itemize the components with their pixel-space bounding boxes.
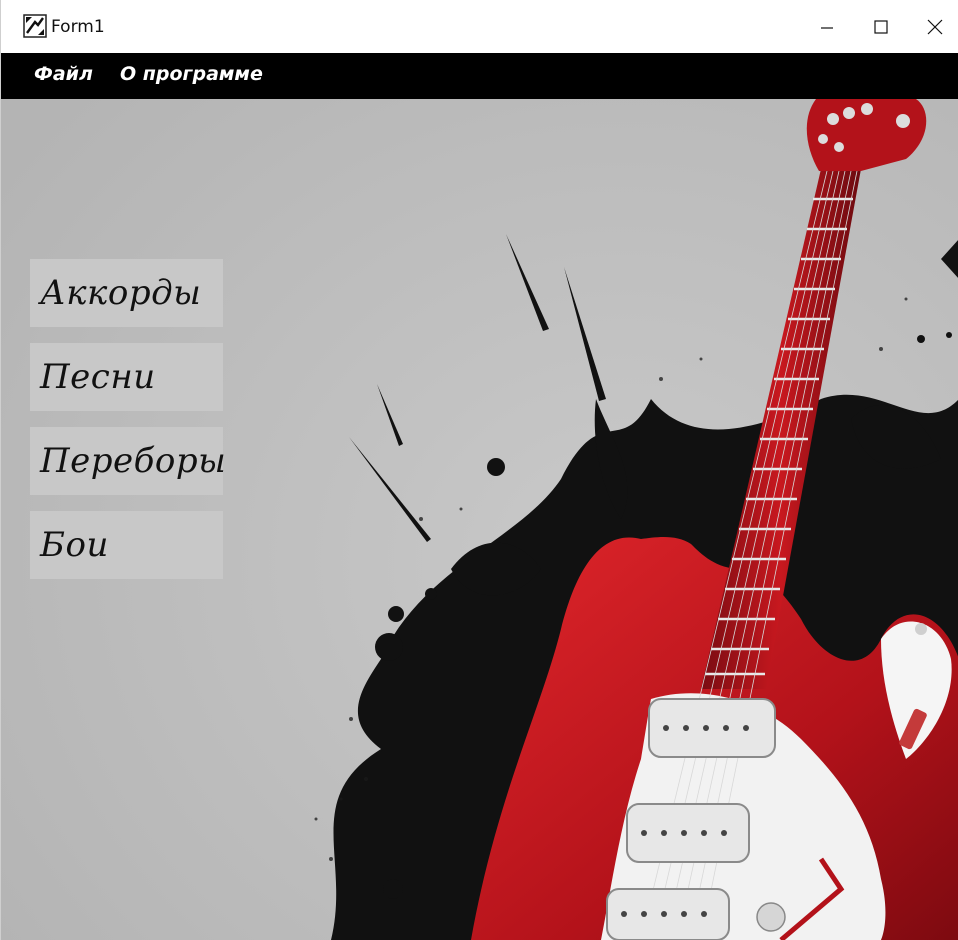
songs-button-label: Песни (40, 357, 156, 397)
menu-about[interactable]: О программе (120, 63, 263, 85)
menu-file[interactable]: Файл (34, 63, 93, 85)
maximize-button[interactable] (851, 0, 911, 53)
app-icon (23, 14, 47, 38)
chords-button-label: Аккорды (40, 273, 202, 313)
main-content: Аккорды Песни Переборы Бои (1, 99, 958, 940)
strumming-button[interactable]: Бои (30, 511, 223, 579)
fingerpicking-button[interactable]: Переборы (30, 427, 227, 495)
strumming-button-label: Бои (40, 525, 109, 565)
close-icon (927, 19, 943, 34)
minimize-button[interactable] (797, 0, 857, 53)
songs-button[interactable]: Песни (30, 343, 223, 411)
minimize-icon (821, 26, 833, 29)
maximize-icon (874, 19, 888, 34)
close-button[interactable] (905, 0, 958, 53)
fingerpicking-button-label: Переборы (40, 441, 227, 481)
app-window: Form1 Файл О программе Аккорды Песни Пер… (0, 0, 958, 940)
title-bar[interactable]: Form1 (1, 0, 958, 53)
window-title: Form1 (51, 17, 105, 37)
menu-bar: Файл О программе (1, 53, 958, 99)
chords-button[interactable]: Аккорды (30, 259, 223, 327)
